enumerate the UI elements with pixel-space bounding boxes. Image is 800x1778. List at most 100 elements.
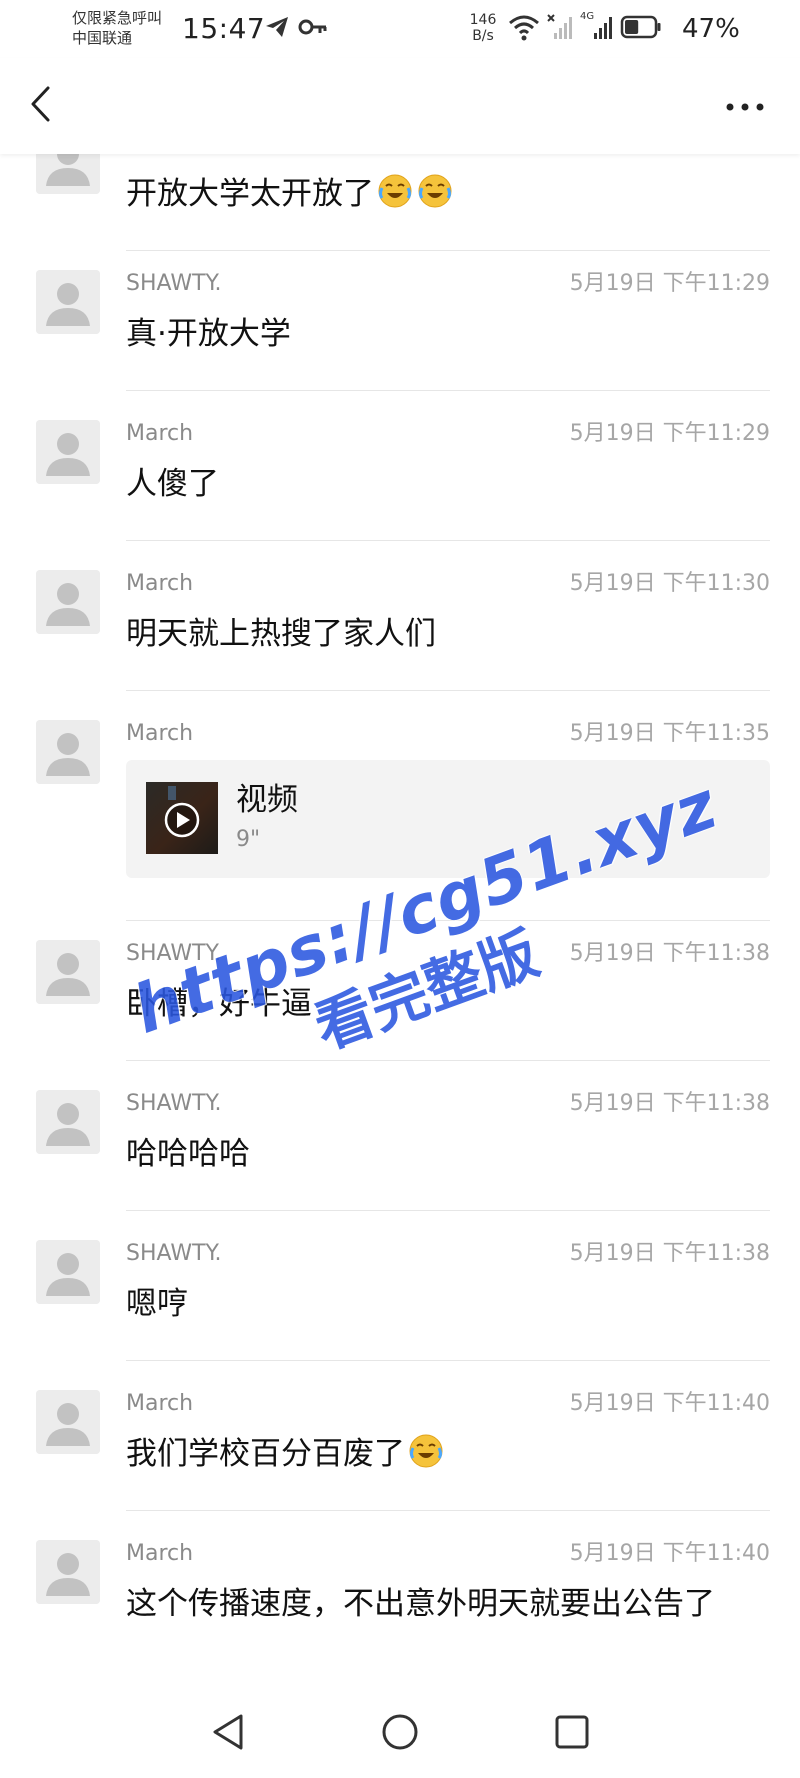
avatar[interactable] (36, 940, 100, 1004)
message-divider (126, 390, 770, 391)
sender-name: SHAWTY. (126, 1241, 222, 1266)
sender-name: SHAWTY. (126, 1091, 222, 1116)
sender-name: March (126, 421, 194, 446)
message-item[interactable]: SHAWTY. 5月19日 下午11:38 哈哈哈哈 (0, 1090, 800, 1211)
message-divider (126, 1060, 770, 1061)
status-bar: 仅限紧急呼叫 中国联通 15:47 146 B/s 4G 47% (0, 0, 800, 58)
avatar[interactable] (36, 420, 100, 484)
battery-icon (620, 14, 662, 44)
message-text-content: 真·开放大学 (126, 316, 291, 352)
message-item[interactable]: March 5月19日 下午11:40 我们学校百分百废了 (0, 1390, 800, 1511)
battery-percent: 47% (682, 14, 740, 44)
default-user-icon (36, 420, 100, 484)
default-user-icon (36, 940, 100, 1004)
message-text-content: 人傻了 (126, 466, 219, 502)
more-options-button[interactable] (720, 82, 770, 130)
message-divider (126, 690, 770, 691)
message-text: 这个传播速度，不出意外明天就要出公告了 (126, 1582, 766, 1626)
video-title: 视频 (236, 782, 298, 818)
back-button[interactable] (20, 82, 60, 130)
message-divider (126, 540, 770, 541)
video-thumbnail[interactable] (146, 782, 218, 854)
avatar[interactable] (36, 1240, 100, 1304)
chevron-left-icon (28, 84, 52, 128)
video-card[interactable]: 视频 9" (126, 760, 770, 878)
message-item[interactable]: SHAWTY. 5月19日 下午11:38 卧槽，好牛逼 (0, 940, 800, 1061)
default-user-icon (36, 720, 100, 784)
message-divider (126, 1510, 770, 1511)
carrier-line-name: 中国联通 (72, 29, 133, 47)
default-user-icon (36, 1540, 100, 1604)
avatar[interactable] (36, 1090, 100, 1154)
message-item[interactable]: March 5月19日 下午11:35 视频 9" (0, 720, 800, 921)
message-divider (126, 250, 770, 251)
message-text-content: 明天就上热搜了家人们 (126, 616, 436, 652)
message-divider (126, 1210, 770, 1211)
message-time: 5月19日 下午11:38 (569, 1241, 770, 1266)
message-text-content: 我们学校百分百废了 (126, 1436, 405, 1472)
telegram-icon (264, 15, 290, 43)
system-nav-bar (0, 1690, 800, 1778)
message-list[interactable]: March 5月19日 下午11:29 开放大学太开放了 SHAWTY. 5月19日 下… (0, 100, 800, 1690)
triangle-back-icon (211, 1713, 245, 1755)
message-time: 5月19日 下午11:29 (569, 421, 770, 446)
avatar[interactable] (36, 1390, 100, 1454)
message-text: 开放大学太开放了 (126, 172, 766, 216)
carrier-line-emergency: 仅限紧急呼叫 (72, 9, 163, 27)
message-text-content: 卧槽，好牛逼 (126, 986, 312, 1022)
default-user-icon (36, 1390, 100, 1454)
signal-no-sim-icon (546, 13, 574, 45)
default-user-icon (36, 570, 100, 634)
sender-name: SHAWTY. (126, 941, 222, 966)
circle-home-icon (380, 1712, 420, 1756)
message-text: 真·开放大学 (126, 312, 766, 356)
play-icon (164, 786, 200, 838)
network-type-label: 4G (580, 11, 595, 22)
nav-bar (0, 58, 800, 154)
net-speed: 146 B/s (466, 12, 500, 44)
message-time: 5月19日 下午11:30 (569, 571, 770, 596)
status-left-icons (264, 14, 328, 44)
key-icon (298, 16, 328, 42)
message-divider (126, 1360, 770, 1361)
message-text: 嗯哼 (126, 1282, 766, 1326)
system-home-button[interactable] (372, 1708, 428, 1760)
message-item[interactable]: March 5月19日 下午11:40 这个传播速度，不出意外明天就要出公告了 (0, 1540, 800, 1660)
message-text: 哈哈哈哈 (126, 1132, 766, 1176)
message-item[interactable]: SHAWTY. 5月19日 下午11:29 真·开放大学 (0, 270, 800, 391)
default-user-icon (36, 270, 100, 334)
message-item[interactable]: March 5月19日 下午11:30 明天就上热搜了家人们 (0, 570, 800, 691)
message-time: 5月19日 下午11:35 (569, 721, 770, 746)
sender-name: March (126, 1541, 194, 1566)
wifi-icon (508, 13, 540, 45)
message-divider (126, 920, 770, 921)
video-duration: 9" (236, 827, 261, 852)
message-time: 5月19日 下午11:29 (569, 271, 770, 296)
message-text-content: 嗯哼 (126, 1286, 188, 1322)
avatar[interactable] (36, 720, 100, 784)
message-time: 5月19日 下午11:40 (569, 1541, 770, 1566)
default-user-icon (36, 1240, 100, 1304)
avatar[interactable] (36, 570, 100, 634)
message-item[interactable]: March 5月19日 下午11:29 人傻了 (0, 420, 800, 541)
signal-4g-icon: 4G (580, 11, 614, 45)
more-horizontal-icon (725, 97, 765, 116)
message-item[interactable]: SHAWTY. 5月19日 下午11:38 嗯哼 (0, 1240, 800, 1361)
laughing-crying-emoji-icon (416, 172, 454, 210)
system-recents-button[interactable] (544, 1708, 600, 1760)
laughing-crying-emoji-icon (407, 1432, 445, 1470)
message-text: 我们学校百分百废了 (126, 1432, 766, 1476)
message-text-content: 这个传播速度，不出意外明天就要出公告了 (126, 1586, 715, 1622)
default-user-icon (36, 1090, 100, 1154)
carrier-info: 仅限紧急呼叫 中国联通 (72, 8, 162, 48)
status-time: 15:47 (182, 12, 266, 45)
avatar[interactable] (36, 1540, 100, 1604)
status-right-icons: 4G (508, 11, 662, 46)
sender-name: March (126, 571, 194, 596)
message-time: 5月19日 下午11:40 (569, 1391, 770, 1416)
message-time: 5月19日 下午11:38 (569, 1091, 770, 1116)
square-recents-icon (553, 1713, 591, 1755)
avatar[interactable] (36, 270, 100, 334)
system-back-button[interactable] (200, 1708, 256, 1760)
laughing-crying-emoji-icon (376, 172, 414, 210)
